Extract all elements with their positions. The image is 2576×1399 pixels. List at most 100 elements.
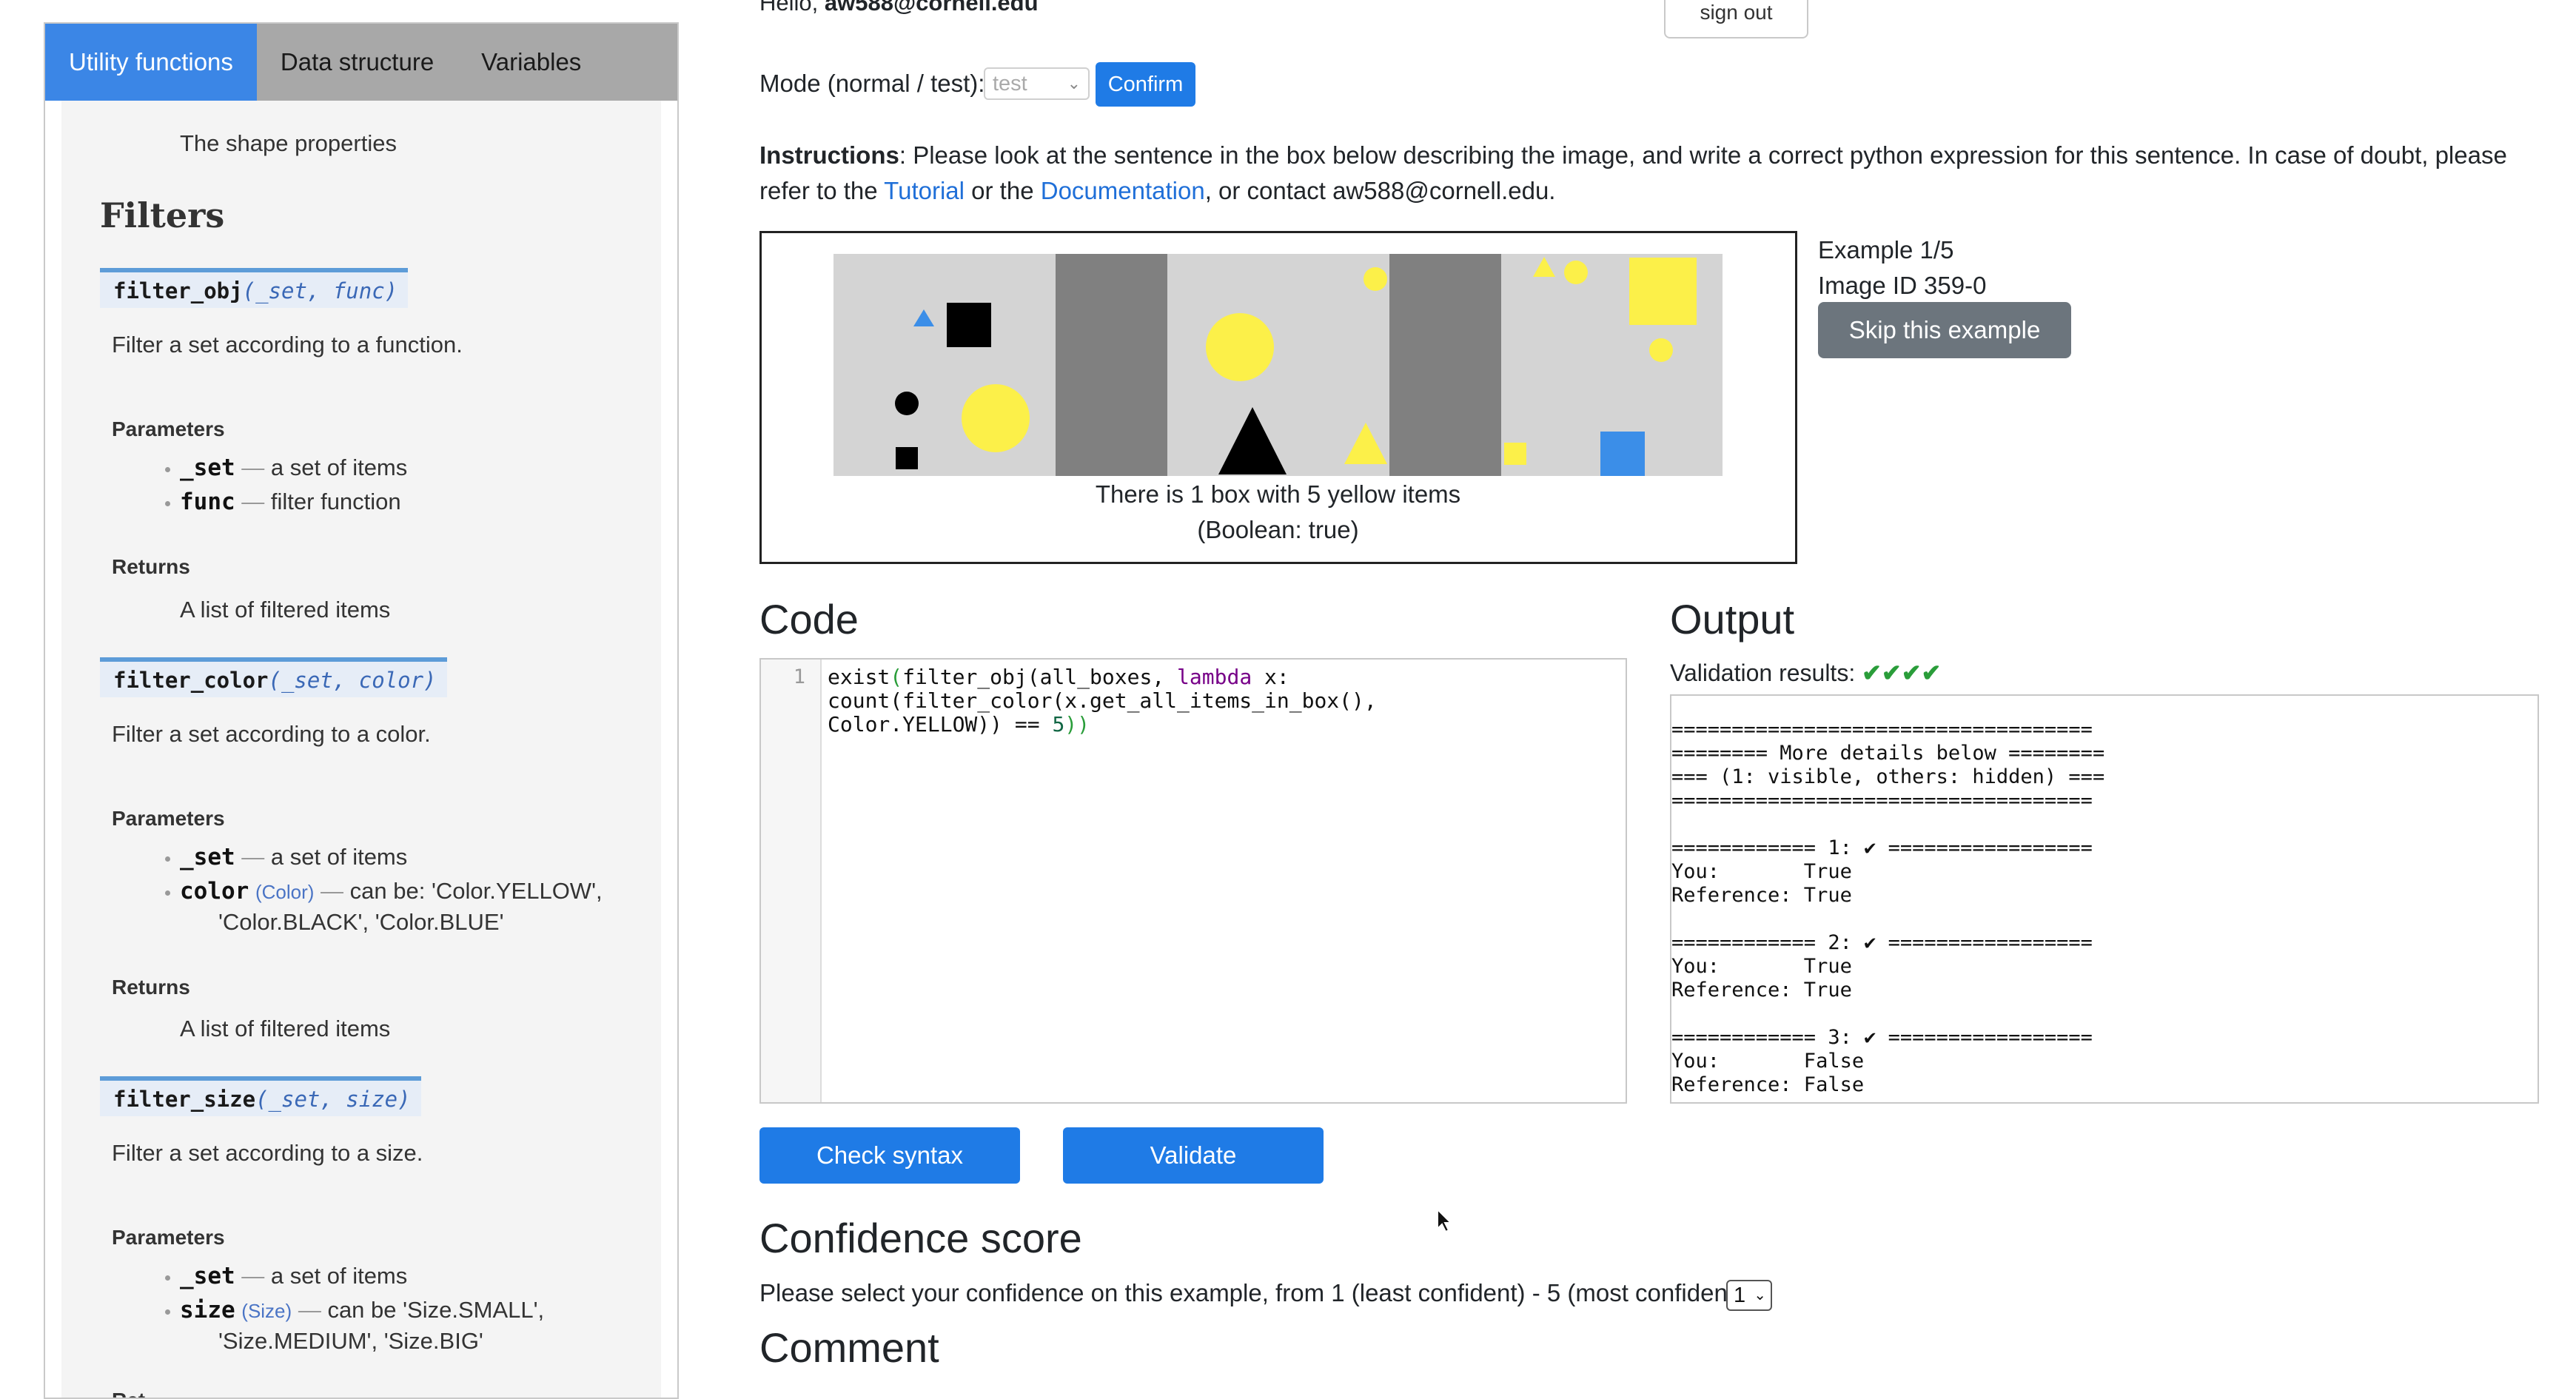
example-counter: Example 1/5 bbox=[1818, 236, 1954, 264]
documentation-link[interactable]: Documentation bbox=[1041, 177, 1205, 204]
param-name: _set bbox=[180, 844, 235, 870]
param-item: _set — a set of items bbox=[180, 454, 408, 481]
output-console[interactable]: =================================== ====… bbox=[1670, 694, 2539, 1104]
yellow-square bbox=[1504, 443, 1526, 465]
black-square bbox=[896, 447, 918, 469]
function-signature-filter-color[interactable]: filter_color(_set, color) bbox=[100, 657, 447, 697]
black-square bbox=[947, 303, 991, 347]
code-token: filter_obj(all_boxes, bbox=[902, 665, 1178, 689]
param-desc: a set of items bbox=[270, 454, 408, 480]
box-divider bbox=[1389, 254, 1501, 476]
validate-button[interactable]: Validate bbox=[1063, 1127, 1324, 1184]
bullet bbox=[165, 467, 170, 472]
returns-label: Returns bbox=[112, 555, 190, 578]
function-args: (_set, size) bbox=[255, 1087, 411, 1112]
param-name: color bbox=[180, 878, 249, 905]
sign-out-button[interactable]: sign out bbox=[1664, 0, 1808, 38]
sidebar-tabs: Utility functions Data structure Variabl… bbox=[45, 24, 677, 101]
param-desc: can be: 'Color.YELLOW', bbox=[349, 878, 603, 904]
param-desc: filter function bbox=[270, 489, 401, 514]
param-item: _set — a set of items bbox=[180, 1263, 408, 1289]
code-token: Color.YELLOW)) == bbox=[828, 712, 1053, 737]
bullet bbox=[165, 501, 170, 506]
instructions-label: Instructions bbox=[759, 141, 899, 169]
function-name: filter_color bbox=[113, 668, 269, 693]
code-number: 5 bbox=[1052, 712, 1065, 737]
validation-label: Validation results: bbox=[1670, 660, 1862, 686]
function-args: (_set, func) bbox=[242, 278, 398, 303]
function-signature-filter-size[interactable]: filter_size(_set, size) bbox=[100, 1076, 421, 1116]
confidence-select[interactable]: 1 ⌄ bbox=[1726, 1280, 1772, 1311]
function-name: filter_size bbox=[113, 1087, 256, 1112]
param-name: _set bbox=[180, 454, 235, 481]
example-answer: (Boolean: true) bbox=[1197, 516, 1359, 543]
function-description: Filter a set according to a color. bbox=[112, 721, 431, 747]
mode-select[interactable]: test ⌄ bbox=[984, 67, 1090, 100]
function-args: (_set, color) bbox=[268, 668, 437, 693]
param-desc: can be 'Size.SMALL', bbox=[327, 1297, 545, 1323]
param-desc: a set of items bbox=[270, 1263, 408, 1289]
greeting-text: Hello, bbox=[759, 0, 825, 16]
code-editor[interactable]: 1 exist(filter_obj(all_boxes, lambda x: … bbox=[759, 658, 1627, 1104]
code-token: exist bbox=[828, 665, 890, 689]
line-number: 1 bbox=[793, 665, 805, 688]
param-item: func — filter function bbox=[180, 489, 401, 515]
user-email: aw588@cornell.edu bbox=[824, 0, 1039, 16]
param-type: (Size) bbox=[241, 1300, 292, 1322]
confidence-heading: Confidence score bbox=[759, 1215, 1082, 1261]
instructions-text: or the bbox=[965, 177, 1041, 204]
box-divider bbox=[1056, 254, 1167, 476]
param-desc-continued: 'Color.BLACK', 'Color.BLUE' bbox=[218, 909, 504, 935]
mouse-pointer-icon bbox=[1436, 1207, 1453, 1237]
yellow-circle bbox=[1649, 338, 1673, 362]
code-token: ( bbox=[890, 665, 903, 689]
param-item: color (Color) — can be: 'Color.YELLOW', bbox=[180, 878, 603, 905]
tutorial-link[interactable]: Tutorial bbox=[884, 177, 965, 204]
validation-results: Validation results: ✔✔✔✔ bbox=[1670, 659, 1941, 687]
scene-drawing bbox=[833, 254, 1723, 476]
documentation-content: The shape properties Filters filter_obj(… bbox=[61, 101, 661, 1398]
check-syntax-button[interactable]: Check syntax bbox=[759, 1127, 1020, 1184]
comment-heading: Comment bbox=[759, 1324, 939, 1371]
example-caption: There is 1 box with 5 yellow items (Bool… bbox=[833, 477, 1723, 548]
param-type: (Color) bbox=[255, 881, 315, 903]
function-signature-filter-obj[interactable]: filter_obj(_set, func) bbox=[100, 268, 409, 308]
yellow-circle bbox=[962, 384, 1030, 452]
instructions-text: , or contact aw588@cornell.edu. bbox=[1204, 177, 1556, 204]
param-desc-continued: 'Size.MEDIUM', 'Size.BIG' bbox=[218, 1328, 483, 1354]
line-number-gutter: 1 bbox=[761, 660, 822, 1102]
check-icon: ✔✔✔✔ bbox=[1862, 660, 1942, 686]
returns-text: A list of filtered items bbox=[180, 1016, 391, 1041]
param-desc: a set of items bbox=[270, 844, 408, 870]
tab-data-structure[interactable]: Data structure bbox=[257, 24, 457, 101]
code-text[interactable]: exist(filter_obj(all_boxes, lambda x: co… bbox=[828, 665, 1377, 737]
code-token: x: bbox=[1252, 665, 1289, 689]
example-sentence: There is 1 box with 5 yellow items bbox=[1095, 480, 1461, 508]
tab-variables[interactable]: Variables bbox=[457, 24, 605, 101]
tab-utility-functions[interactable]: Utility functions bbox=[45, 24, 257, 101]
output-heading: Output bbox=[1670, 596, 1795, 643]
param-item: size (Size) — can be 'Size.SMALL', bbox=[180, 1297, 545, 1323]
chevron-down-icon: ⌄ bbox=[1067, 74, 1081, 93]
function-name: filter_obj bbox=[113, 278, 243, 303]
bullet bbox=[165, 890, 170, 896]
confidence-prompt: Please select your confidence on this ex… bbox=[759, 1279, 1750, 1306]
documentation-sidebar: Utility functions Data structure Variabl… bbox=[44, 22, 679, 1399]
yellow-circle bbox=[1206, 313, 1274, 381]
param-item: _set — a set of items bbox=[180, 844, 408, 870]
param-name: size bbox=[180, 1297, 235, 1323]
param-name: _set bbox=[180, 1263, 235, 1289]
code-heading: Code bbox=[759, 596, 859, 643]
param-name: func bbox=[180, 489, 235, 515]
bullet bbox=[165, 1275, 170, 1281]
greeting: Hello, aw588@cornell.edu bbox=[759, 0, 1039, 16]
returns-text: A list of filtered items bbox=[180, 597, 391, 623]
code-keyword: lambda bbox=[1177, 665, 1252, 689]
skip-example-button[interactable]: Skip this example bbox=[1818, 302, 2071, 358]
bullet bbox=[165, 856, 170, 862]
section-heading: Filters bbox=[100, 195, 225, 235]
parameters-label: Parameters bbox=[112, 1226, 225, 1249]
code-token: count(filter_color(x.get_all_items_in_bo… bbox=[828, 688, 1377, 713]
confirm-button[interactable]: Confirm bbox=[1096, 62, 1195, 107]
parameters-label: Parameters bbox=[112, 807, 225, 830]
